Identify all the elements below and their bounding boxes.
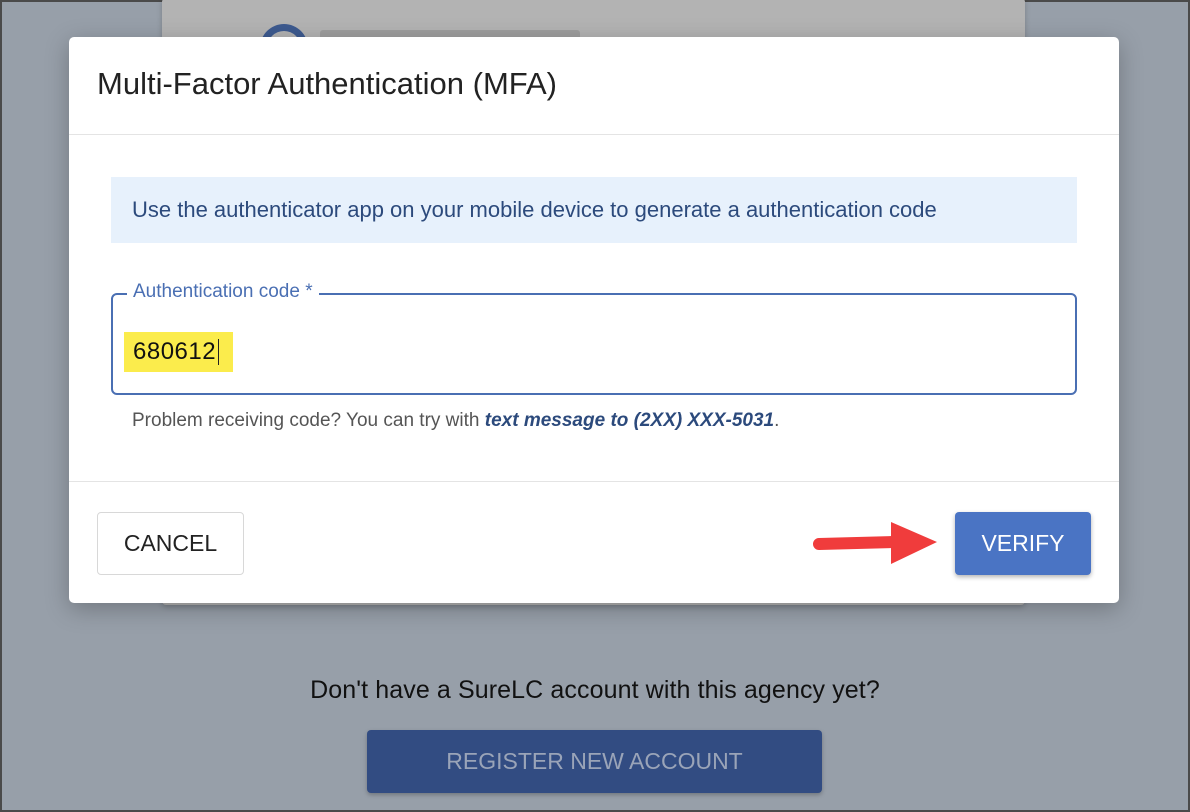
authentication-code-field[interactable]: Authentication code * 680612 xyxy=(111,281,1077,395)
no-account-question: Don't have a SureLC account with this ag… xyxy=(310,676,880,704)
mfa-dialog: Multi-Factor Authentication (MFA) Use th… xyxy=(69,37,1119,603)
red-arrow-right-icon xyxy=(813,522,937,564)
dialog-footer: CANCEL VERIFY xyxy=(69,481,1119,603)
help-text: Problem receiving code? You can try with… xyxy=(132,410,780,431)
authentication-code-input[interactable]: 680612 xyxy=(124,332,234,372)
verify-button[interactable]: VERIFY xyxy=(955,512,1091,575)
info-message: Use the authenticator app on your mobile… xyxy=(111,177,1077,243)
text-message-link[interactable]: text message to (2XX) XXX-5031 xyxy=(485,410,774,431)
authentication-code-value: 680612 xyxy=(133,338,217,365)
authentication-code-label: Authentication code * xyxy=(127,281,319,303)
required-marker: * xyxy=(305,281,313,302)
register-new-account-button[interactable]: REGISTER NEW ACCOUNT xyxy=(367,730,822,793)
text-caret xyxy=(218,339,220,365)
dialog-header: Multi-Factor Authentication (MFA) xyxy=(69,37,1119,135)
cancel-button[interactable]: CANCEL xyxy=(97,512,244,575)
dialog-title: Multi-Factor Authentication (MFA) xyxy=(97,65,557,101)
